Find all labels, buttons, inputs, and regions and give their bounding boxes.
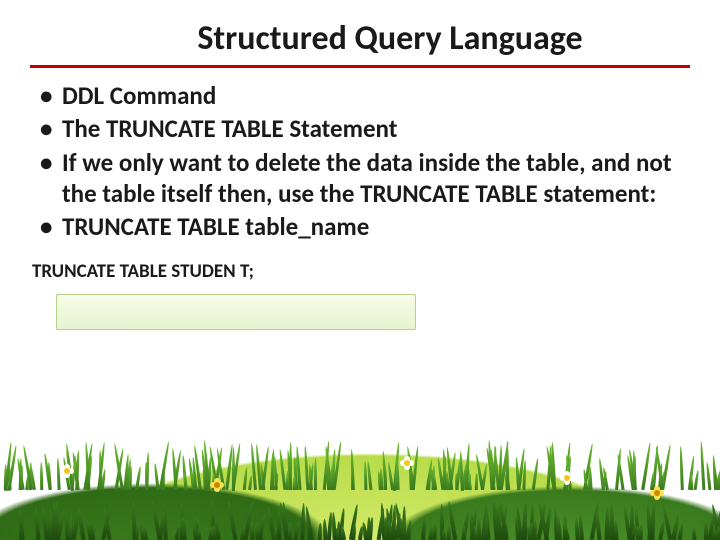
grass-blade <box>715 525 720 540</box>
flower-icon <box>400 456 414 470</box>
grass-blade <box>44 453 52 490</box>
grass-blade <box>352 524 358 540</box>
grass-blade <box>446 526 450 540</box>
grass-blade <box>314 458 317 490</box>
grass-blade <box>523 460 527 490</box>
grass-blade <box>179 517 184 540</box>
grass-blade <box>34 507 41 540</box>
grass-blade <box>477 518 482 540</box>
grass-blade <box>40 462 43 490</box>
flower-icon <box>210 478 224 492</box>
grass-blades-back <box>0 430 720 490</box>
slide-title: Structured Query Language <box>90 18 690 59</box>
grass-blade <box>481 464 488 491</box>
bullet-4: TRUNCATE TABLE table_name <box>36 211 690 242</box>
code-example: TRUNCATE TABLE STUDEN T; <box>30 260 690 283</box>
flower-icon <box>560 471 574 485</box>
content-area: Structured Query Language DDL Command Th… <box>0 0 720 283</box>
grass-blade <box>51 501 56 540</box>
bullet-2: The TRUNCATE TABLE Statement <box>36 113 690 144</box>
grass-blades-front <box>0 490 720 540</box>
grass-blade <box>140 527 145 540</box>
grass-blade <box>150 500 161 540</box>
grass-blade <box>135 466 142 490</box>
grass-blade <box>387 462 394 490</box>
flower-icon <box>650 486 664 500</box>
grass-blade <box>650 502 655 540</box>
grass-blade <box>692 528 697 540</box>
grass-blade <box>278 449 286 490</box>
grass-blade <box>506 441 509 490</box>
grass-blade <box>589 466 593 490</box>
bullet-wrap: DDL Command The TRUNCATE TABLE Statement… <box>30 80 690 242</box>
grass-blade <box>532 458 540 490</box>
grass-blade <box>317 523 322 540</box>
highlight-box <box>56 294 416 330</box>
title-underline <box>30 65 690 68</box>
grass-blade <box>288 523 292 540</box>
slide: Structured Query Language DDL Command Th… <box>0 0 720 540</box>
bullet-list: DDL Command The TRUNCATE TABLE Statement… <box>30 80 690 242</box>
grass-blade <box>474 473 478 490</box>
grass-blade <box>461 525 465 540</box>
grass-blade <box>227 501 238 540</box>
grass-blade <box>367 460 373 490</box>
grass-blade <box>293 475 296 490</box>
grass-blade <box>678 523 685 540</box>
grass-blade <box>243 467 248 490</box>
grass-blade <box>257 513 266 540</box>
grass-blade <box>211 525 216 540</box>
grass-blade <box>442 528 447 540</box>
grass-blade <box>523 501 527 540</box>
grass-blade <box>706 462 712 490</box>
grass-blade <box>693 470 699 491</box>
grass-blade <box>658 520 665 540</box>
grass-blade <box>690 475 693 490</box>
grass-blade <box>240 526 245 540</box>
grass-blade <box>700 441 706 490</box>
bullet-1: DDL Command <box>36 80 690 111</box>
grass-blade <box>421 515 427 540</box>
grass-blade <box>183 472 187 491</box>
bullet-3: If we only want to delete the data insid… <box>36 147 690 210</box>
grass-blade <box>76 450 81 490</box>
flower-icon <box>60 464 74 478</box>
grass-blade <box>679 446 684 490</box>
